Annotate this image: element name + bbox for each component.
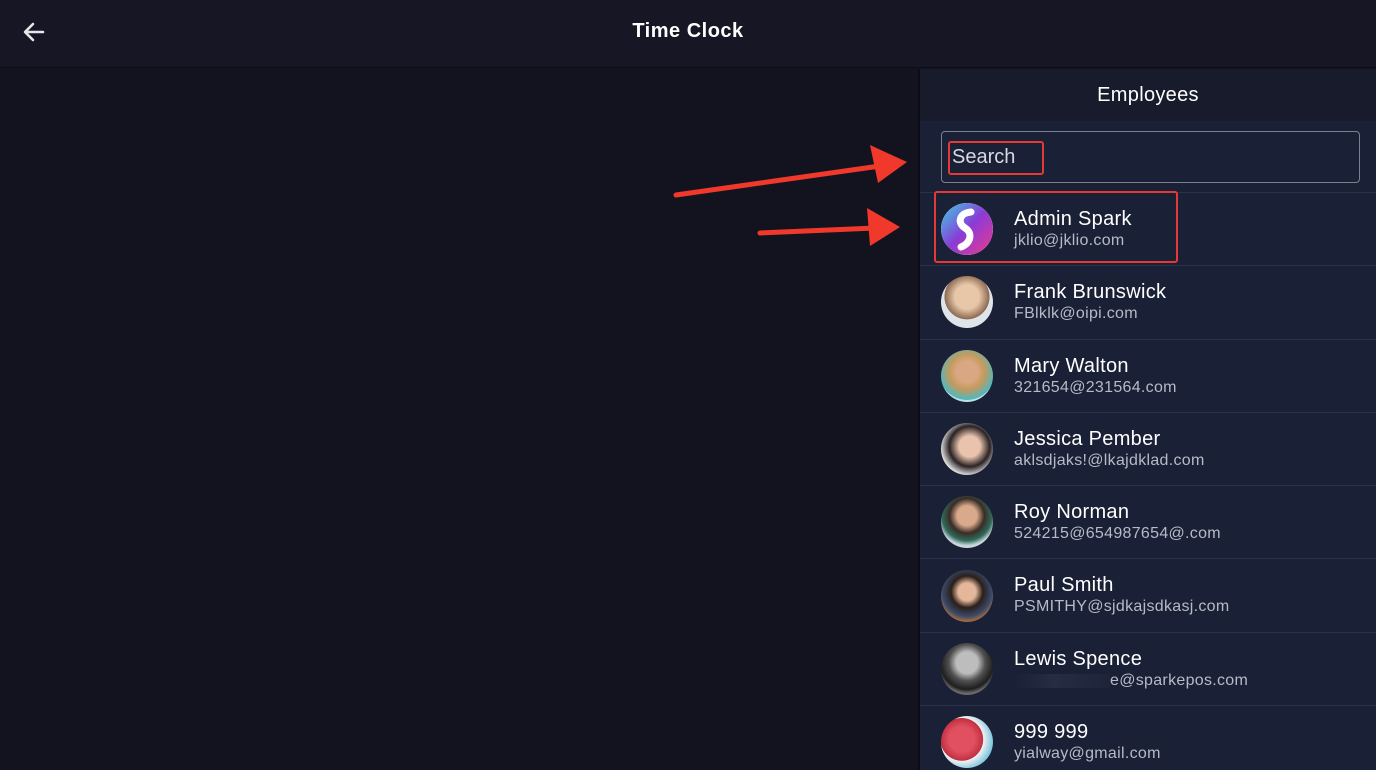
employee-info: Paul Smith PSMITHY@sjdkajsdkasj.com <box>1014 574 1230 616</box>
employee-email: PSMITHY@sjdkajsdkasj.com <box>1014 598 1230 616</box>
employee-name: 999 999 <box>1014 721 1089 744</box>
main-content-area <box>0 69 918 770</box>
employee-info: 999 999 yialway@gmail.com <box>1014 721 1161 763</box>
employee-name: Jessica Pember <box>1014 427 1161 450</box>
user-photo <box>941 423 993 476</box>
employees-panel: Employees Search Admin Spark jklio@jklio… <box>918 69 1376 770</box>
employee-name: Frank Brunswick <box>1014 281 1167 304</box>
employee-row[interactable]: Admin Spark jklio@jklio.com <box>920 191 1376 267</box>
employee-name: Paul Smith <box>1014 574 1114 597</box>
employee-name: Admin Spark <box>1014 207 1132 230</box>
user-photo <box>941 642 993 695</box>
employee-row[interactable]: Mary Walton 321654@231564.com <box>920 340 1376 413</box>
search-input[interactable] <box>948 140 1348 174</box>
employee-row[interactable]: Jessica Pember aklsdjaks!@lkajdklad.com <box>920 413 1376 487</box>
employee-info: Roy Norman 524215@654987654@.com <box>1014 501 1221 543</box>
employee-email: jklio@jklio.com <box>1014 231 1125 249</box>
employee-info: Lewis Spence e@sparkepos.com <box>1014 648 1248 690</box>
employee-info: Mary Walton 321654@231564.com <box>1014 355 1177 397</box>
employee-list: Admin Spark jklio@jklio.com Frank Brunsw… <box>920 191 1376 770</box>
employee-email: aklsdjaks!@lkajdklad.com <box>1014 451 1205 469</box>
employee-row[interactable]: Lewis Spence e@sparkepos.com <box>920 633 1376 707</box>
employee-info: Jessica Pember aklsdjaks!@lkajdklad.com <box>1014 428 1205 470</box>
employee-row[interactable]: 999 999 yialway@gmail.com <box>920 706 1376 770</box>
top-bar: Time Clock <box>0 0 1376 68</box>
employee-name: Roy Norman <box>1014 501 1130 524</box>
employee-info: Admin Spark jklio@jklio.com <box>1014 208 1132 250</box>
employee-row[interactable]: Frank Brunswick FBlklk@oipi.com <box>920 266 1376 340</box>
employee-name: Mary Walton <box>1014 354 1129 377</box>
employee-name: Lewis Spence <box>1014 647 1143 670</box>
user-photo <box>941 349 993 402</box>
employee-email: 321654@231564.com <box>1014 378 1177 396</box>
redacted-text <box>1014 673 1110 688</box>
user-photo <box>941 569 993 622</box>
page-title: Time Clock <box>632 20 744 42</box>
employee-email-visible: e@sparkepos.com <box>1110 671 1249 689</box>
panel-title: Employees <box>920 69 1376 121</box>
user-photo <box>941 276 993 329</box>
employee-email: 524215@654987654@.com <box>1014 525 1221 543</box>
employee-email: e@sparkepos.com <box>1014 672 1248 690</box>
employee-info: Frank Brunswick FBlklk@oipi.com <box>1014 281 1166 323</box>
user-photo <box>941 496 993 549</box>
spark-logo-icon <box>941 203 993 256</box>
search-box <box>941 131 1360 183</box>
employee-row[interactable]: Roy Norman 524215@654987654@.com <box>920 486 1376 560</box>
employee-email: FBlklk@oipi.com <box>1014 305 1138 323</box>
user-photo <box>941 716 993 769</box>
employee-row[interactable]: Paul Smith PSMITHY@sjdkajsdkasj.com <box>920 559 1376 633</box>
search-container <box>920 121 1376 193</box>
employee-email: yialway@gmail.com <box>1014 745 1161 763</box>
